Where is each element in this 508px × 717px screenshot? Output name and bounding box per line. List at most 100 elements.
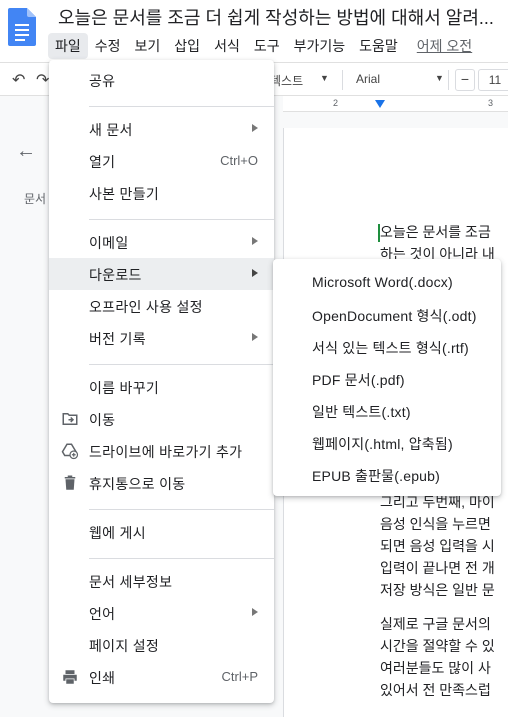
ruler: 2 3 [283,96,508,112]
menu-item-label: 일반 텍스트(.txt) [312,404,411,420]
menu-item-label: 이메일 [89,235,129,251]
trash-icon [64,475,76,490]
menu-help[interactable]: 도움말 [352,33,405,59]
menu-item-publish-web[interactable]: 웹에 게시 [49,516,274,548]
docs-logo-icon[interactable] [8,8,36,46]
menu-item-new-document[interactable]: 새 문서 [49,113,274,145]
menu-item-add-shortcut[interactable]: 드라이브에 바로가기 추가 [49,435,274,467]
undo-icon[interactable]: ↶ [12,70,25,90]
menu-item-share[interactable]: 공유 [49,64,274,96]
chevron-down-icon: ▼ [435,73,444,83]
menu-divider [89,219,274,220]
chevron-down-icon: ▼ [320,73,329,83]
menu-divider [89,106,274,107]
redo-icon[interactable]: ↷ [36,70,49,90]
menu-item-offline[interactable]: 오프라인 사용 설정 [49,290,274,322]
ruler-tick-label: 2 [333,98,339,108]
outline-back-arrow-icon[interactable]: ← [16,140,36,163]
submenu-arrow-icon [252,124,258,132]
doc-line: 오늘은 문서를 조금 [380,224,491,240]
submenu-arrow-icon [252,269,258,277]
printer-icon [63,670,77,684]
menu-insert[interactable]: 삽입 [167,33,207,59]
menu-item-language[interactable]: 언어 [49,597,274,629]
indent-marker[interactable] [375,100,385,108]
shortcut-label: Ctrl+P [221,669,258,684]
doc-line: 있어서 전 만족스럽 [380,682,491,698]
menu-divider [89,558,274,559]
toolbar-divider [448,70,449,90]
menu-item-details[interactable]: 문서 세부정보 [49,565,274,597]
menu-item-label: 휴지통으로 이동 [89,476,186,492]
submenu-arrow-icon [252,608,258,616]
menu-format[interactable]: 서식 [207,33,247,59]
submenu-arrow-icon [252,333,258,341]
menu-item-email[interactable]: 이메일 [49,226,274,258]
menu-item-label: 새 문서 [89,122,133,138]
menu-item-page-setup[interactable]: 페이지 설정 [49,629,274,661]
download-pdf[interactable]: PDF 문서(.pdf) [273,362,501,394]
menu-view[interactable]: 보기 [128,33,168,59]
doc-line: 음성 인식을 누르면 [380,516,491,532]
drive-shortcut-icon [61,443,79,460]
menu-edit[interactable]: 수정 [88,33,128,59]
move-folder-icon [62,413,78,425]
app-header: 오늘은 문서를 조금 더 쉽게 작성하는 방법에 대해서 알려... 파일 수정… [0,0,508,62]
menu-item-rename[interactable]: 이름 바꾸기 [49,371,274,403]
doc-line: 입력이 끝나면 전 개 [380,560,495,576]
menu-item-label: 열기 [89,154,116,170]
doc-line: 시간을 절약할 수 있 [380,638,495,654]
menu-item-trash[interactable]: 휴지통으로 이동 [49,467,274,499]
menu-bar: 파일 수정 보기 삽입 서식 도구 부가기능 도움말 어제 오전 [48,33,480,59]
menu-item-label: 버전 기록 [89,331,146,347]
submenu-arrow-icon [252,237,258,245]
download-odt[interactable]: OpenDocument 형식(.odt) [273,298,501,330]
menu-item-make-copy[interactable]: 사본 만들기 [49,177,274,209]
menu-item-label: 이름 바꾸기 [89,380,160,396]
menu-item-label: 페이지 설정 [89,638,160,654]
menu-item-label: 다운로드 [89,267,142,283]
outline-label: 문서 [24,192,47,206]
menu-item-version-history[interactable]: 버전 기록 [49,322,274,354]
menu-divider [89,509,274,510]
ruler-tick-label: 3 [488,98,494,108]
menu-divider [89,364,274,365]
font-dropdown[interactable]: Arial [356,72,380,86]
menu-item-print[interactable]: 인쇄 Ctrl+P [49,661,274,693]
decrease-font-size-button[interactable]: − [455,69,475,91]
shortcut-label: Ctrl+O [220,153,258,168]
download-txt[interactable]: 일반 텍스트(.txt) [273,394,501,426]
menu-item-label: 사본 만들기 [89,186,160,202]
document-title[interactable]: 오늘은 문서를 조금 더 쉽게 작성하는 방법에 대해서 알려... [58,4,494,30]
font-size-input[interactable]: 11 [478,69,508,91]
menu-item-download[interactable]: 다운로드 [49,258,274,290]
menu-item-label: OpenDocument 형식(.odt) [312,308,477,324]
menu-item-label: 문서 세부정보 [89,574,173,590]
download-epub[interactable]: EPUB 출판물(.epub) [273,458,501,490]
menu-addons[interactable]: 부가기능 [287,33,353,59]
doc-line: 저장 방식은 일반 문 [380,582,495,598]
paragraph-style-dropdown[interactable]: 텍스트 [270,72,303,89]
menu-item-open[interactable]: 열기 Ctrl+O [49,145,274,177]
menu-item-label: EPUB 출판물(.epub) [312,468,441,484]
download-docx[interactable]: Microsoft Word(.docx) [273,266,501,298]
menu-tools[interactable]: 도구 [247,33,287,59]
menu-item-label: 공유 [89,73,116,89]
menu-item-label: 웹페이지(.html, 압축됨) [312,436,453,452]
file-menu: 공유 새 문서 열기 Ctrl+O 사본 만들기 이메일 다운로드 오프라인 사… [49,60,274,703]
download-rtf[interactable]: 서식 있는 텍스트 형식(.rtf) [273,330,501,362]
download-submenu: Microsoft Word(.docx) OpenDocument 형식(.o… [273,259,501,496]
menu-file[interactable]: 파일 [48,33,88,59]
doc-line: 실제로 구글 문서의 [380,616,491,632]
doc-line: 여러분들도 많이 사 [380,660,491,676]
menu-item-label: 서식 있는 텍스트 형식(.rtf) [312,340,469,356]
menu-item-label: 인쇄 [89,670,116,686]
toolbar-divider [342,70,343,90]
doc-line: 되면 음성 입력을 시 [380,538,495,554]
menu-item-label: 오프라인 사용 설정 [89,299,203,315]
menu-item-move[interactable]: 이동 [49,403,274,435]
menu-item-label: 언어 [89,606,116,622]
menu-item-label: PDF 문서(.pdf) [312,372,405,388]
download-html[interactable]: 웹페이지(.html, 압축됨) [273,426,501,458]
last-edit-link[interactable]: 어제 오전 [409,33,480,59]
